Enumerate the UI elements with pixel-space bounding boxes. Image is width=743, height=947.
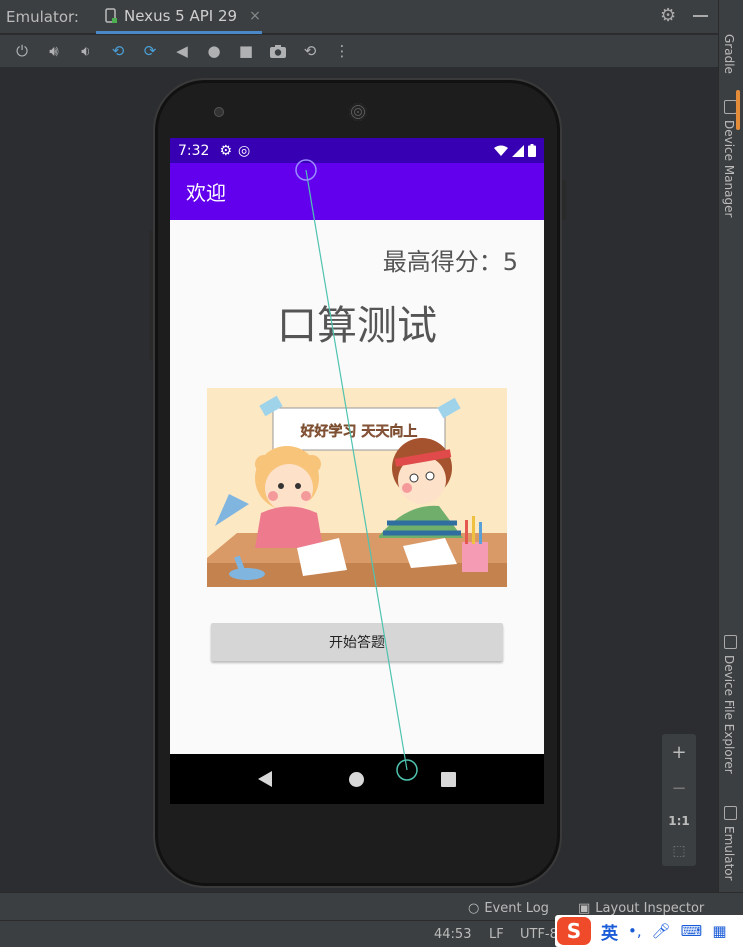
android-status-bar: 7:32 ⚙ ◎ [170,138,544,163]
layout-inspector-tool[interactable]: ▣ Layout Inspector [578,901,704,916]
phone-side-button-right [562,180,566,220]
volume-down-icon[interactable]: 🔉︎ [70,35,102,67]
status-time: 7:32 [178,142,210,159]
nav-home-icon[interactable] [348,771,364,787]
phone-speaker [349,103,367,121]
signal-icon [512,144,524,157]
event-log-tool[interactable]: ○ Event Log [468,901,549,916]
page-title: 口算测试 [277,303,437,349]
device-file-explorer-tool[interactable]: Device File Explorer [722,655,736,774]
file-encoding[interactable]: UTF-8 [520,927,558,942]
zoom-out-button[interactable]: − [671,778,686,799]
high-score-value: 5 [502,248,518,276]
zoom-controls: + − 1:1 ⬚ [662,734,696,866]
device-icon [105,7,117,23]
tab-label: Nexus 5 API 29 [124,6,238,25]
tab-nexus-5[interactable]: Nexus 5 API 29 × [96,0,262,34]
right-tool-strip: Gradle Device Manager Device File Explor… [718,0,743,892]
minimize-icon[interactable] [693,15,708,17]
phone-side-button-left [149,230,153,360]
emulator-toolbar: ⏻ 🔊︎ 🔉︎ ⟲ ⟳ ◀ ● ■ ⟲ ⋮ [0,35,718,67]
home-icon[interactable]: ● [198,35,230,67]
rotate-right-icon[interactable]: ⟳ [134,35,166,67]
settings-gear-icon: ⚙ [219,142,233,159]
overview-icon[interactable]: ■ [230,35,262,67]
line-separator[interactable]: LF [489,927,504,942]
wifi-icon [494,145,508,156]
zoom-in-button[interactable]: + [671,742,686,763]
android-nav-bar [170,754,544,804]
device-file-explorer-icon [724,635,737,649]
zoom-fit-icon[interactable]: ⬚ [672,843,685,859]
nav-back-icon[interactable] [258,771,273,787]
gear-icon[interactable]: ⚙ [660,7,678,25]
app-title: 欢迎 [186,181,226,205]
microphone-icon[interactable]: 🎤︎ [652,922,671,940]
banner-text: 好好学习 天天向上 [300,423,418,440]
emulator-tool[interactable]: Emulator [722,826,736,881]
close-icon[interactable]: × [249,8,261,24]
front-camera [214,107,224,117]
volume-up-icon[interactable]: 🔊︎ [38,35,70,67]
start-quiz-button[interactable]: 开始答题 [211,623,503,661]
emulator-icon [724,806,737,820]
event-log-label: Event Log [484,901,549,916]
power-icon[interactable]: ⏻ [6,35,38,67]
ime-punctuation-toggle[interactable]: •, [628,922,642,940]
rotate-left-icon[interactable]: ⟲ [102,35,134,67]
screenshot-icon[interactable] [262,35,294,67]
event-log-icon: ○ [468,901,480,916]
ime-language-toggle[interactable]: 英 [601,919,618,944]
study-illustration: 好好学习 天天向上 [207,388,507,587]
gradle-tool[interactable]: Gradle [722,34,736,74]
high-score: 最高得分：5 [383,242,518,277]
more-icon[interactable]: ⋮ [326,35,358,67]
zoom-actual-size-button[interactable]: 1:1 [668,814,690,828]
device-screen: 7:32 ⚙ ◎ 欢迎 最高得分：5 口算测试 好好学习 天天向上 开始答题 [170,138,544,754]
layout-inspector-label: Layout Inspector [595,901,705,916]
layout-inspector-icon: ▣ [578,901,591,916]
keyboard-icon[interactable]: ⌨ [681,922,703,940]
snapshot-icon[interactable]: ⟲ [294,35,326,67]
caret-position[interactable]: 44:53 [434,927,471,942]
nav-recents-icon[interactable] [440,771,456,787]
ime-toolbar: S 英 •, 🎤︎ ⌨ ▦ [555,915,743,947]
sync-icon: ◎ [238,142,251,159]
panel-title: Emulator: [6,7,79,26]
sogou-logo-icon[interactable]: S [557,917,591,945]
apps-grid-icon[interactable]: ▦ [712,922,726,940]
battery-icon [528,144,536,157]
device-manager-tool[interactable]: Device Manager [722,120,736,217]
scrollbar-thumb[interactable] [736,90,740,130]
app-bar: 欢迎 [170,163,544,220]
back-icon[interactable]: ◀ [166,35,198,67]
high-score-label: 最高得分： [382,248,503,276]
